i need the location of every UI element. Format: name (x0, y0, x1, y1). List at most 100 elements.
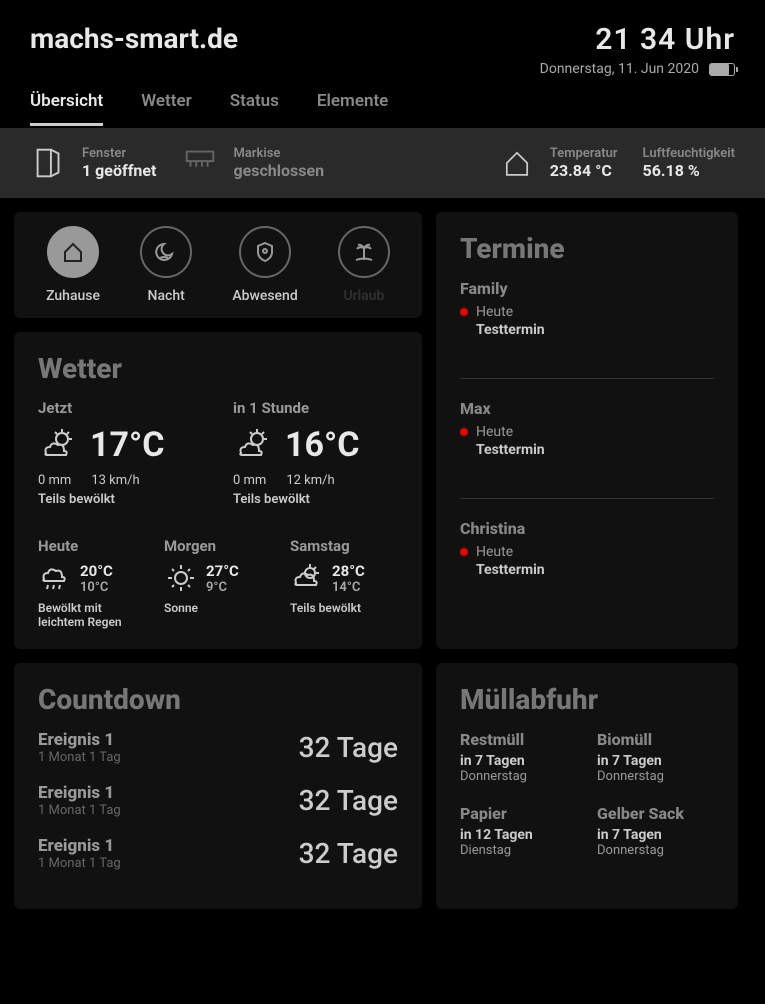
weather-temp: 16°C (285, 425, 360, 465)
status-label: Fenster (82, 146, 156, 161)
weather-desc: Teils bewölkt (38, 492, 203, 507)
forecast-hi: 28°C (332, 562, 365, 580)
forecast-lo: 10°C (80, 580, 113, 595)
status-fenster[interactable]: Fenster 1 geöffnet (30, 144, 156, 182)
weather-wind: 12 km/h (286, 473, 334, 488)
home-icon (47, 226, 99, 278)
forecast-label: Heute (38, 537, 146, 555)
card-title: Termine (460, 232, 714, 265)
countdown-name: Ereignis 1 (38, 836, 121, 856)
status-value: 56.18 % (643, 161, 735, 180)
home-icon (498, 144, 536, 182)
awning-icon (181, 144, 219, 182)
trash-name: Restmüll (460, 730, 577, 749)
battery-icon (709, 63, 735, 76)
termine-when: Heute (476, 544, 513, 560)
mode-label: Urlaub (338, 288, 390, 304)
termine-when: Heute (476, 424, 513, 440)
countdown-days: 32 Tage (299, 784, 398, 817)
countdown-sub: 1 Monat 1 Tag (38, 750, 121, 765)
mode-zuhause[interactable]: Zuhause (46, 226, 100, 304)
trash-item: Biomüll in 7 Tagen Donnerstag (597, 730, 714, 784)
moon-icon (140, 226, 192, 278)
tab-wetter[interactable]: Wetter (141, 91, 192, 126)
forecast-label: Samstag (290, 537, 398, 555)
trash-day: Donnerstag (597, 843, 714, 858)
mode-abwesend[interactable]: Abwesend (232, 226, 297, 304)
forecast-day: Morgen 27°C 9°C Sonne (164, 537, 272, 629)
mode-label: Nacht (140, 288, 192, 304)
weather-desc: Teils bewölkt (233, 492, 398, 507)
status-markise[interactable]: Markise geschlossen (181, 144, 324, 182)
tab-uebersicht[interactable]: Übersicht (30, 91, 103, 126)
partly-cloudy-icon (290, 561, 324, 595)
weather-now: Jetzt 17°C 0 mm 13 km/h Teils bewölkt (38, 399, 203, 507)
tab-elemente[interactable]: Elemente (317, 91, 388, 126)
status-luftfeuchtigkeit[interactable]: Luftfeuchtigkeit 56.18 % (643, 146, 735, 180)
weather-soon: in 1 Stunde 16°C 0 mm 12 km/h Teils bewö… (233, 399, 398, 507)
tab-status[interactable]: Status (230, 91, 279, 126)
termine-card: Termine Family Heute Testtermin Max Heut… (436, 212, 738, 649)
trash-name: Papier (460, 804, 577, 823)
forecast-day: Heute 20°C 10°C Bewölkt mit leichtem Reg… (38, 537, 146, 629)
trash-day: Donnerstag (597, 769, 714, 784)
trash-when: in 7 Tagen (460, 753, 577, 769)
termine-group: Max Heute Testtermin (460, 399, 714, 499)
weather-label: in 1 Stunde (233, 399, 398, 417)
clock-block: 21 34 Uhr Donnerstag, 11. Jun 2020 (540, 22, 735, 77)
trash-when: in 12 Tagen (460, 827, 577, 843)
countdown-name: Ereignis 1 (38, 730, 121, 750)
trash-name: Biomüll (597, 730, 714, 749)
card-title: Müllabfuhr (460, 683, 714, 716)
countdown-item: Ereignis 1 1 Monat 1 Tag 32 Tage (38, 836, 398, 871)
forecast-hi: 20°C (80, 562, 113, 580)
muell-card: Müllabfuhr Restmüll in 7 Tagen Donnersta… (436, 663, 738, 909)
sun-icon (164, 561, 198, 595)
status-value: 23.84 °C (550, 161, 618, 180)
forecast-lo: 9°C (206, 580, 239, 595)
rain-icon (38, 561, 72, 595)
trash-when: in 7 Tagen (597, 827, 714, 843)
termine-what: Testtermin (476, 562, 714, 578)
clock-date: Donnerstag, 11. Jun 2020 (540, 61, 699, 77)
countdown-name: Ereignis 1 (38, 783, 121, 803)
termine-group: Christina Heute Testtermin (460, 519, 714, 578)
weather-precip: 0 mm (233, 473, 266, 488)
status-bar: Fenster 1 geöffnet Markise geschlossen T… (0, 128, 765, 198)
status-temperatur[interactable]: Temperatur 23.84 °C (498, 144, 618, 182)
forecast-hi: 27°C (206, 562, 239, 580)
termine-when: Heute (476, 304, 513, 320)
mode-urlaub[interactable]: Urlaub (338, 226, 390, 304)
weather-temp: 17°C (90, 425, 165, 465)
termine-group: Family Heute Testtermin (460, 279, 714, 379)
clock-time: 21 34 Uhr (540, 22, 735, 57)
status-value: 1 geöffnet (82, 161, 156, 180)
forecast-desc: Bewölkt mit leichtem Regen (38, 601, 146, 629)
trash-item: Restmüll in 7 Tagen Donnerstag (460, 730, 577, 784)
trash-day: Dienstag (460, 843, 577, 858)
countdown-item: Ereignis 1 1 Monat 1 Tag 32 Tage (38, 783, 398, 818)
trash-when: in 7 Tagen (597, 753, 714, 769)
site-title: machs-smart.de (30, 22, 238, 55)
termine-group-name: Christina (460, 519, 714, 538)
dot-icon (460, 548, 468, 556)
termine-group-name: Family (460, 279, 714, 298)
mode-label: Abwesend (232, 288, 297, 304)
modes-card: Zuhause Nacht Abwesend Urlaub (14, 212, 422, 318)
trash-item: Gelber Sack in 7 Tagen Donnerstag (597, 804, 714, 858)
trash-item: Papier in 12 Tagen Dienstag (460, 804, 577, 858)
forecast-lo: 14°C (332, 580, 365, 595)
forecast-day: Samstag 28°C 14°C Teils bewölkt (290, 537, 398, 629)
mode-nacht[interactable]: Nacht (140, 226, 192, 304)
palm-icon (338, 226, 390, 278)
status-value: geschlossen (233, 161, 324, 180)
weather-label: Jetzt (38, 399, 203, 417)
shield-icon (239, 226, 291, 278)
trash-day: Donnerstag (460, 769, 577, 784)
card-title: Wetter (38, 352, 398, 385)
dot-icon (460, 308, 468, 316)
forecast-desc: Sonne (164, 601, 272, 615)
mode-label: Zuhause (46, 288, 100, 304)
status-label: Luftfeuchtigkeit (643, 146, 735, 161)
partly-cloudy-icon (38, 425, 78, 465)
